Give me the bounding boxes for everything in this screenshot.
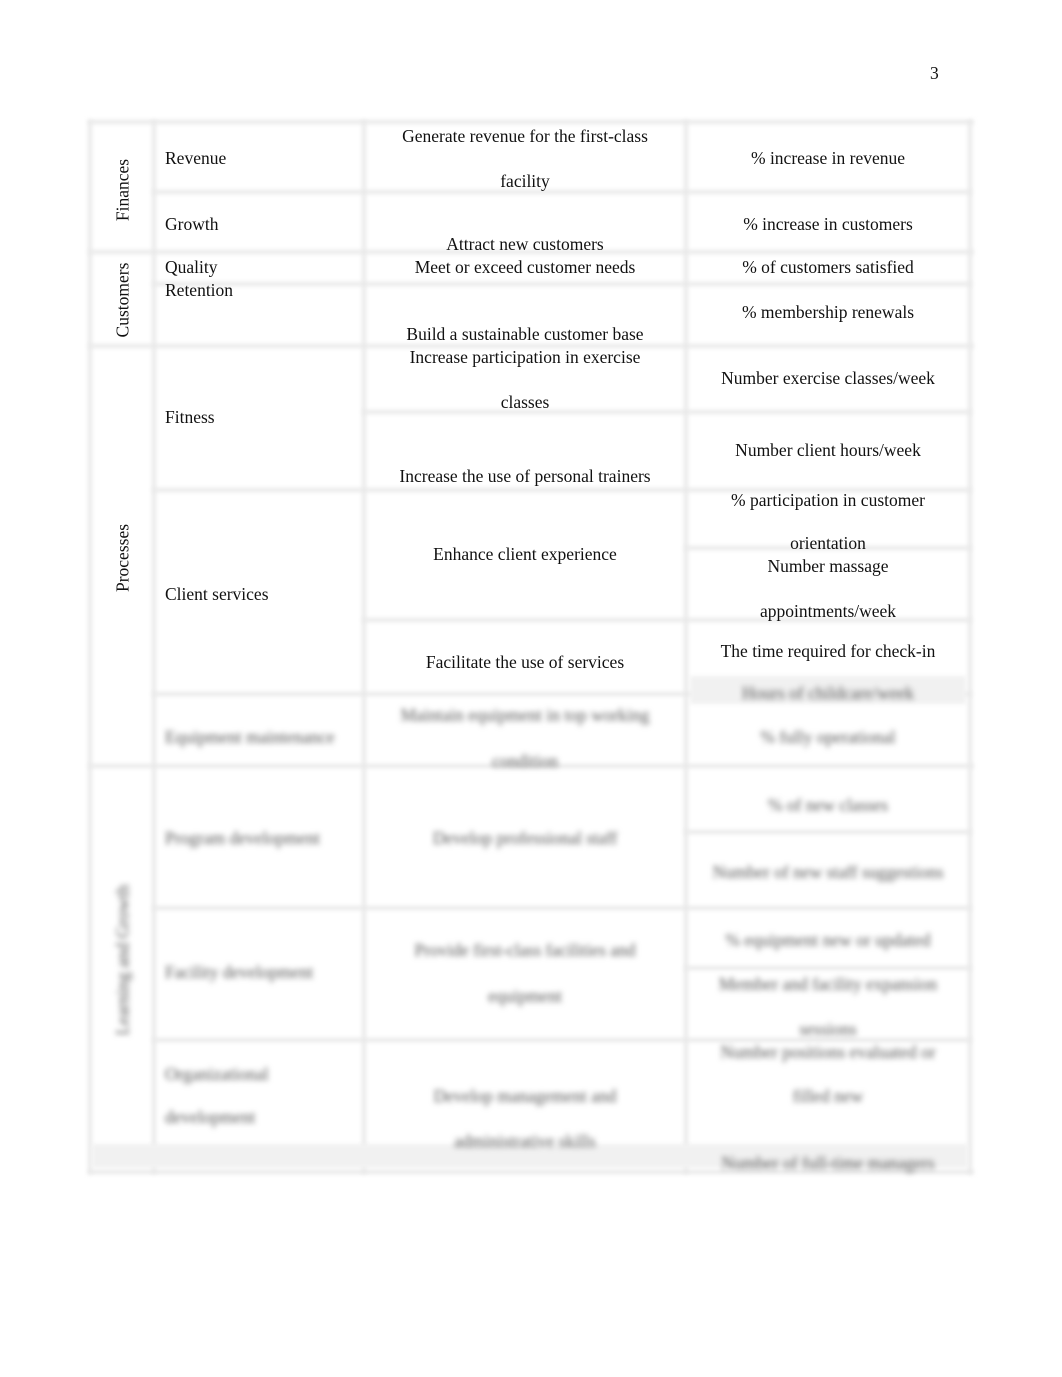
goal-cell: classes [500, 392, 550, 412]
perspective-finances: Finances [112, 158, 133, 222]
objective-cell: Fitness [165, 407, 215, 427]
goal-cell: Generate revenue for the first-class [402, 126, 648, 146]
goal-cell: condition [491, 751, 559, 771]
measure-cell: sessions [799, 1019, 857, 1039]
objective-cell: Equipment maintenance [165, 727, 335, 747]
goal-cell: Increase the use of personal trainers [399, 466, 651, 486]
measure-cell: Number client hours/week [735, 440, 921, 460]
objective-cell: Organizational [165, 1064, 269, 1084]
goal-cell: Provide first-class facilities and [414, 940, 636, 960]
measure-cell: % increase in customers [743, 214, 913, 234]
measure-cell: % increase in revenue [750, 148, 906, 168]
objective-cell: Retention [165, 280, 234, 300]
goal-cell: equipment [488, 986, 562, 1006]
perspective-customers: Customers [112, 262, 133, 338]
measure-cell: Number massage [767, 556, 889, 576]
goal-cell: Build a sustainable customer base [406, 324, 644, 344]
measure-cell: orientation [790, 533, 866, 553]
perspective-learning: Learning and Growth [112, 884, 133, 1036]
measure-cell: Number of full-time managers [721, 1153, 935, 1173]
measure-cell: Number exercise classes/week [721, 368, 935, 388]
page-number: 3 [930, 63, 939, 83]
goal-cell: Develop professional staff [432, 828, 618, 848]
objective-cell: Quality [165, 257, 218, 277]
measure-cell: appointments/week [759, 601, 897, 621]
objective-cell: Program development [165, 828, 321, 848]
measure-cell: filled new [792, 1086, 864, 1106]
objective-cell: Client services [165, 584, 269, 604]
objective-cell: development [165, 1107, 256, 1127]
measure-cell: % membership renewals [741, 302, 915, 322]
measure-cell: Hours of childcare/week [741, 683, 915, 703]
goal-cell: Attract new customers [446, 234, 604, 254]
goal-cell: Maintain equipment in top working [400, 705, 650, 725]
objective-cell: Revenue [165, 148, 227, 168]
goal-cell: Enhance client experience [433, 544, 617, 564]
goal-cell: Facilitate the use of services [425, 652, 625, 672]
goal-cell: Increase participation in exercise [409, 347, 641, 367]
measure-cell: % fully operational [760, 727, 896, 747]
goal-cell: facility [500, 171, 550, 191]
measure-cell: Member and facility expansion [718, 974, 938, 994]
measure-cell: The time required for check-in [720, 641, 936, 661]
perspective-processes: Processes [112, 523, 133, 593]
measure-cell: % participation in customer [731, 490, 925, 510]
objective-cell: Facility development [165, 962, 314, 982]
goal-cell: administrative skills [454, 1131, 596, 1151]
objective-cell: Growth [165, 214, 219, 234]
goal-cell: Develop management and [433, 1086, 617, 1106]
measure-cell: Number of new staff suggestions [712, 862, 944, 882]
measure-cell: % equipment new or updated [725, 930, 931, 950]
goal-cell: Meet or exceed customer needs [414, 257, 636, 277]
measure-cell: % of new classes [767, 795, 889, 815]
measure-cell: % of customers satisfied [742, 257, 914, 277]
measure-cell: Number positions evaluated or [720, 1042, 936, 1062]
